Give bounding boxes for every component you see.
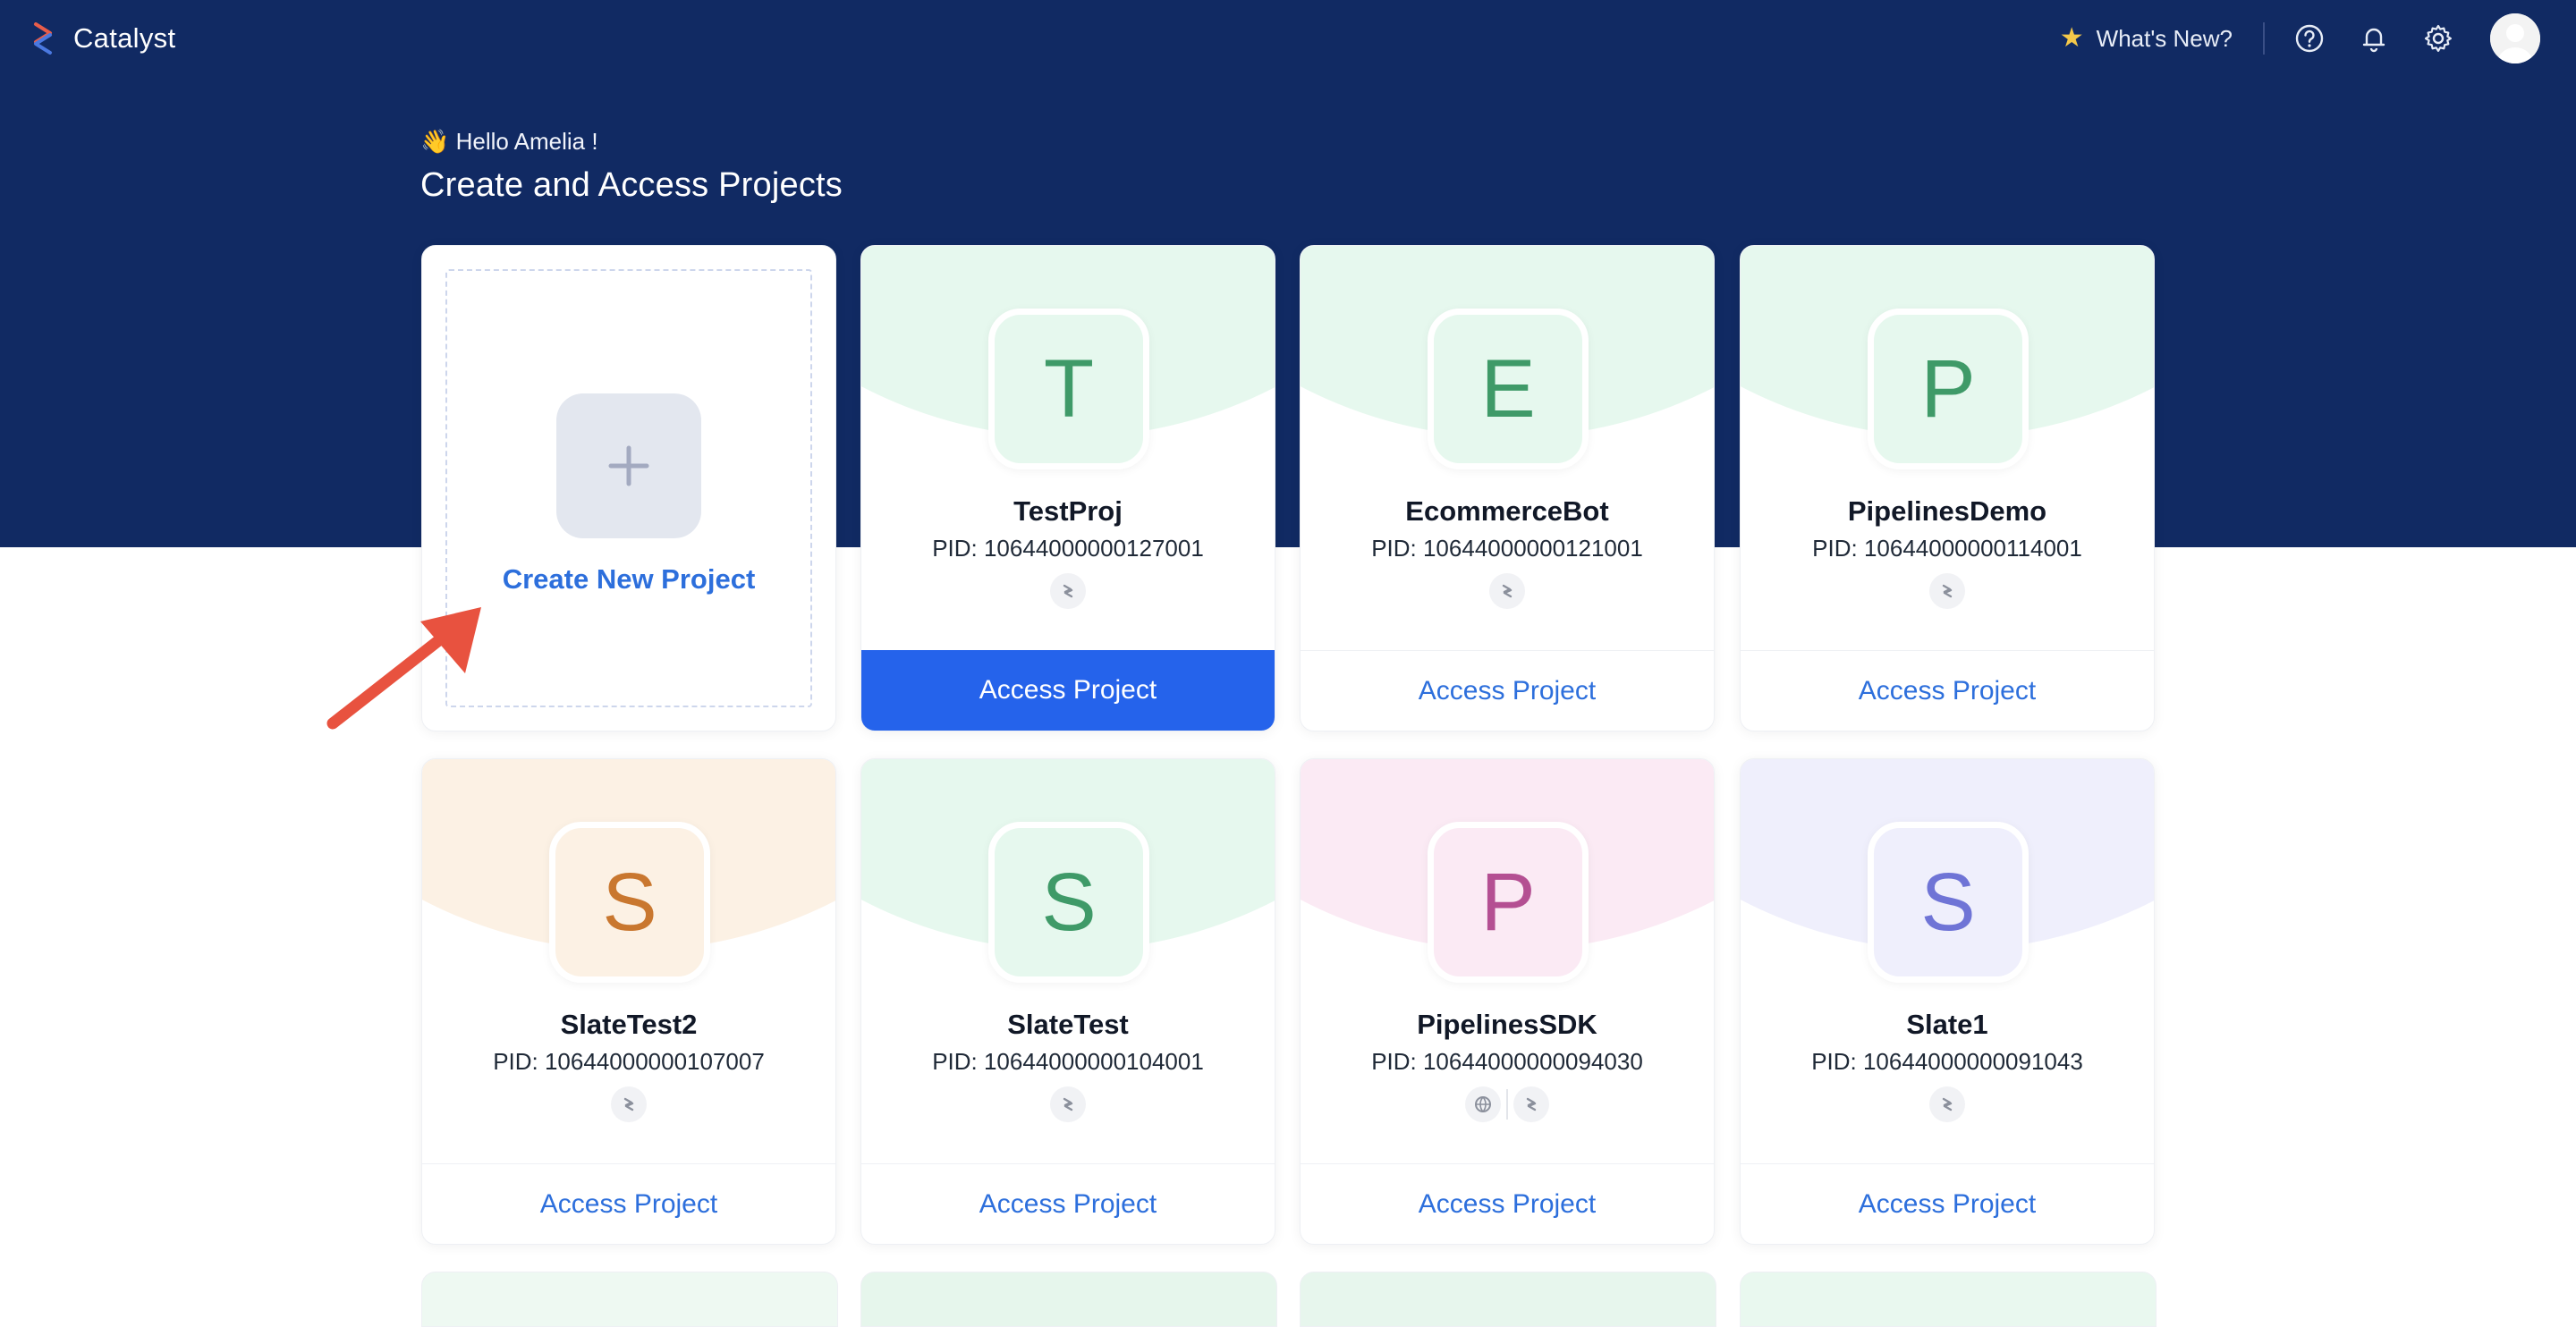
badge-divider	[1506, 1089, 1508, 1120]
project-service-badges	[422, 1086, 835, 1122]
project-id: PID: 10644000000121001	[1371, 535, 1643, 562]
project-service-badges	[1741, 1086, 2154, 1122]
project-id: PID: 10644000000091043	[1811, 1048, 2083, 1075]
star-icon: ★	[2059, 23, 2084, 53]
slate-icon	[611, 1086, 647, 1122]
slate-icon	[1050, 1086, 1086, 1122]
project-initial-tile: S	[988, 822, 1149, 983]
access-project-button[interactable]: Access Project	[1741, 650, 2154, 731]
notifications-button[interactable]	[2342, 13, 2406, 64]
whats-new-label: What's New?	[2096, 24, 2233, 52]
project-id: PID: 10644000000104001	[932, 1048, 1204, 1075]
access-project-button[interactable]: Access Project	[422, 1163, 835, 1244]
project-name: PipelinesSDK	[1417, 1009, 1597, 1040]
globe-icon	[1465, 1086, 1501, 1122]
project-initial-tile: T	[988, 309, 1149, 469]
plus-icon	[608, 445, 649, 486]
hero-banner	[0, 0, 2576, 547]
top-bar: Catalyst ★ What's New?	[0, 0, 2576, 77]
help-button[interactable]	[2277, 13, 2342, 64]
project-card[interactable]: P PipelinesSDK PID: 10644000000094030 Ac…	[1300, 758, 1715, 1245]
app-name: Catalyst	[73, 22, 176, 54]
annotation-arrow-icon	[326, 607, 481, 730]
project-service-badges	[861, 573, 1275, 609]
access-project-button[interactable]: Access Project	[861, 1163, 1275, 1244]
project-service-badges	[1301, 1086, 1714, 1122]
access-project-button[interactable]: Access Project	[1301, 1163, 1714, 1244]
whats-new-button[interactable]: ★ What's New?	[2042, 25, 2250, 53]
project-initial-tile: E	[1428, 309, 1589, 469]
project-service-badges	[1301, 573, 1714, 609]
project-initial-tile: P	[1868, 309, 2029, 469]
bell-icon	[2362, 28, 2385, 53]
project-service-badges	[1741, 573, 2154, 609]
project-card[interactable]: S Slate1 PID: 10644000000091043 Access P…	[1740, 758, 2155, 1245]
page-title: Create and Access Projects	[420, 166, 843, 204]
help-icon	[2295, 24, 2324, 53]
project-card[interactable]: T TestProj PID: 10644000000127001 Access…	[860, 245, 1275, 731]
slate-icon	[1513, 1086, 1549, 1122]
project-name: Slate1	[1906, 1009, 1988, 1040]
project-card[interactable]: P PipelinesDemo PID: 10644000000114001 A…	[1740, 245, 2155, 731]
greeting: 👋 Hello Amelia !	[420, 128, 598, 155]
project-initial-tile: S	[549, 822, 710, 983]
project-service-badges	[861, 1086, 1275, 1122]
project-id: PID: 10644000000127001	[932, 535, 1204, 562]
project-initial-tile: S	[1868, 822, 2029, 983]
settings-button[interactable]	[2406, 13, 2470, 64]
divider	[2263, 22, 2265, 55]
project-id: PID: 10644000000114001	[1812, 535, 2082, 562]
access-project-button[interactable]: Access Project	[861, 650, 1275, 731]
user-icon	[2490, 13, 2540, 63]
slate-icon	[1929, 1086, 1965, 1122]
project-name: TestProj	[1013, 495, 1123, 527]
add-project-button[interactable]	[556, 393, 701, 538]
access-project-button[interactable]: Access Project	[1741, 1163, 2154, 1244]
gear-icon	[2424, 24, 2452, 52]
project-id: PID: 10644000000107007	[493, 1048, 765, 1075]
project-card[interactable]: S SlateTest2 PID: 10644000000107007 Acce…	[421, 758, 836, 1245]
access-project-button[interactable]: Access Project	[1301, 650, 1714, 731]
project-name: SlateTest2	[560, 1009, 698, 1040]
catalyst-logo-icon	[34, 22, 52, 55]
avatar[interactable]	[2490, 13, 2540, 63]
project-card-partial[interactable]	[1740, 1272, 2157, 1327]
project-name: SlateTest	[1007, 1009, 1129, 1040]
project-card-partial[interactable]	[1300, 1272, 1716, 1327]
top-right-actions: ★ What's New?	[2042, 13, 2540, 64]
project-name: PipelinesDemo	[1847, 495, 2047, 527]
project-card-partial[interactable]	[860, 1272, 1277, 1327]
project-card[interactable]: E EcommerceBot PID: 10644000000121001 Ac…	[1300, 245, 1715, 731]
project-name: EcommerceBot	[1405, 495, 1609, 527]
slate-icon	[1050, 573, 1086, 609]
create-new-project-link[interactable]: Create New Project	[422, 563, 835, 596]
project-id: PID: 10644000000094030	[1371, 1048, 1643, 1075]
project-card[interactable]: S SlateTest PID: 10644000000104001 Acces…	[860, 758, 1275, 1245]
project-card-partial[interactable]	[421, 1272, 838, 1327]
slate-icon	[1489, 573, 1525, 609]
project-initial-tile: P	[1428, 822, 1589, 983]
brand[interactable]: Catalyst	[23, 16, 175, 61]
slate-icon	[1929, 573, 1965, 609]
